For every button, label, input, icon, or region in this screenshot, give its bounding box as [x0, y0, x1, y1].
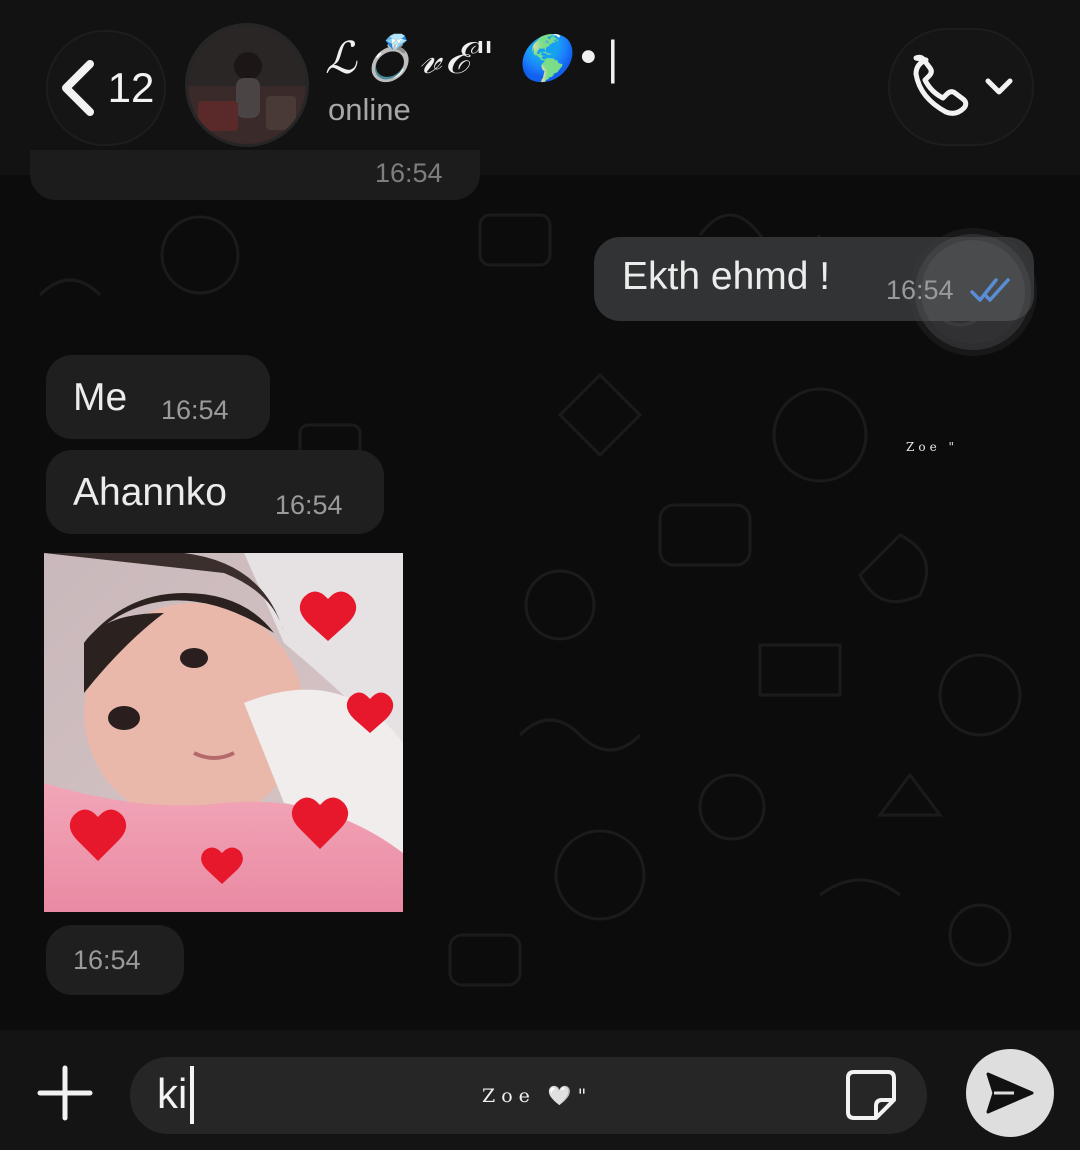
message-input-value: ki: [157, 1070, 188, 1117]
send-button[interactable]: [966, 1049, 1054, 1137]
text-caret: [190, 1066, 194, 1124]
incoming-message[interactable]: Ahannko 16:54: [46, 450, 384, 534]
message-time: 16:54: [275, 490, 343, 520]
watermark-text: Zoe ": [906, 440, 958, 454]
chat-header: 12 ℒ💍𝓋ℰ" 🌎•| online: [0, 0, 1080, 175]
previous-message-time: 16:54: [375, 158, 443, 188]
unread-count: 12: [107, 64, 155, 111]
chevron-left-icon: [61, 60, 94, 116]
back-button[interactable]: 12: [46, 30, 166, 146]
photo-time-bubble: 16:54: [46, 925, 184, 995]
chat-screen: 12 ℒ💍𝓋ℰ" 🌎•| online 16:54 Ekth ehmd ! 16…: [0, 0, 1080, 1150]
message-time: 16:54: [161, 395, 229, 425]
contact-avatar[interactable]: [188, 26, 306, 144]
message-time: 16:54: [886, 275, 954, 305]
photo-message[interactable]: [44, 553, 403, 912]
call-button[interactable]: [888, 28, 1034, 146]
message-time: 16:54: [73, 945, 141, 975]
chevron-down-icon: [985, 78, 1013, 95]
message-text: Ekth ehmd !: [622, 255, 831, 298]
contact-status: online: [328, 92, 411, 127]
incoming-message[interactable]: Me 16:54: [46, 355, 270, 439]
send-icon: [986, 1072, 1034, 1114]
message-text: Me: [73, 376, 128, 419]
message-text: Ahannko: [73, 471, 227, 514]
phone-icon: [913, 54, 969, 116]
sticker-icon[interactable]: [842, 1066, 900, 1124]
contact-name[interactable]: ℒ💍𝓋ℰ" 🌎•|: [325, 32, 624, 84]
double-check-icon: [970, 278, 1010, 302]
plus-icon[interactable]: [36, 1064, 94, 1122]
watermark-text: Zoe 🤍": [482, 1085, 593, 1107]
